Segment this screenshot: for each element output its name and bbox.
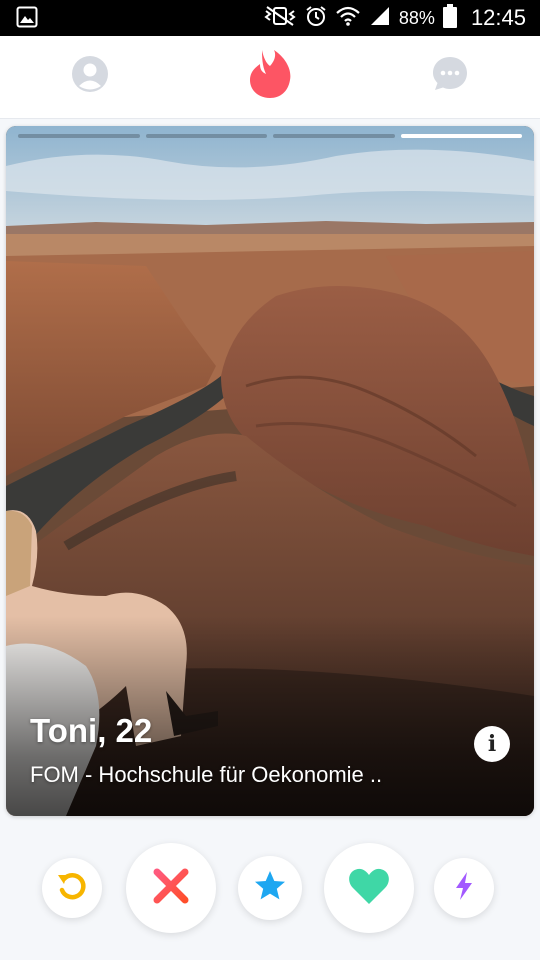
battery-percent: 88% — [398, 7, 435, 28]
photo-indicator[interactable] — [145, 134, 267, 138]
messages-icon — [431, 55, 469, 98]
discover-button[interactable] — [246, 48, 294, 105]
alarm-icon — [305, 5, 327, 32]
nope-button[interactable] — [126, 843, 216, 933]
super-like-icon — [252, 868, 288, 909]
profile-info-button[interactable]: i — [474, 726, 510, 762]
info-icon: i — [487, 731, 497, 757]
super-like-button[interactable] — [238, 856, 302, 920]
boost-icon — [453, 871, 475, 906]
photo-indicator[interactable] — [18, 134, 140, 138]
nope-icon — [151, 866, 191, 911]
action-bar — [0, 830, 540, 960]
photo-indicator[interactable] — [273, 134, 395, 138]
like-icon — [347, 866, 391, 911]
clock: 12:45 — [470, 5, 526, 30]
photo-indicator-active[interactable] — [400, 134, 522, 138]
photo-progress — [18, 134, 522, 138]
messages-button[interactable] — [428, 54, 472, 98]
profile-button[interactable] — [68, 54, 112, 98]
signal-icon — [369, 5, 391, 32]
profile-name: Toni, 22 — [30, 712, 153, 749]
status-bar: 88% 12:45 — [0, 0, 540, 36]
profile-icon — [71, 55, 109, 98]
rewind-icon — [55, 869, 89, 908]
wifi-icon — [335, 5, 361, 32]
tinder-flame-icon — [248, 48, 292, 105]
gallery-notification-icon — [16, 6, 38, 33]
like-button[interactable] — [324, 843, 414, 933]
rewind-button[interactable] — [42, 858, 102, 918]
battery-icon — [442, 3, 457, 33]
profile-card[interactable]: Toni, 22 FOM - Hochschule für Oekonomie … — [6, 126, 534, 816]
boost-button[interactable] — [434, 858, 494, 918]
top-navigation — [0, 36, 540, 119]
profile-school: FOM - Hochschule für Oekonomie .. — [30, 762, 383, 787]
vibrate-mute-icon — [263, 5, 297, 32]
